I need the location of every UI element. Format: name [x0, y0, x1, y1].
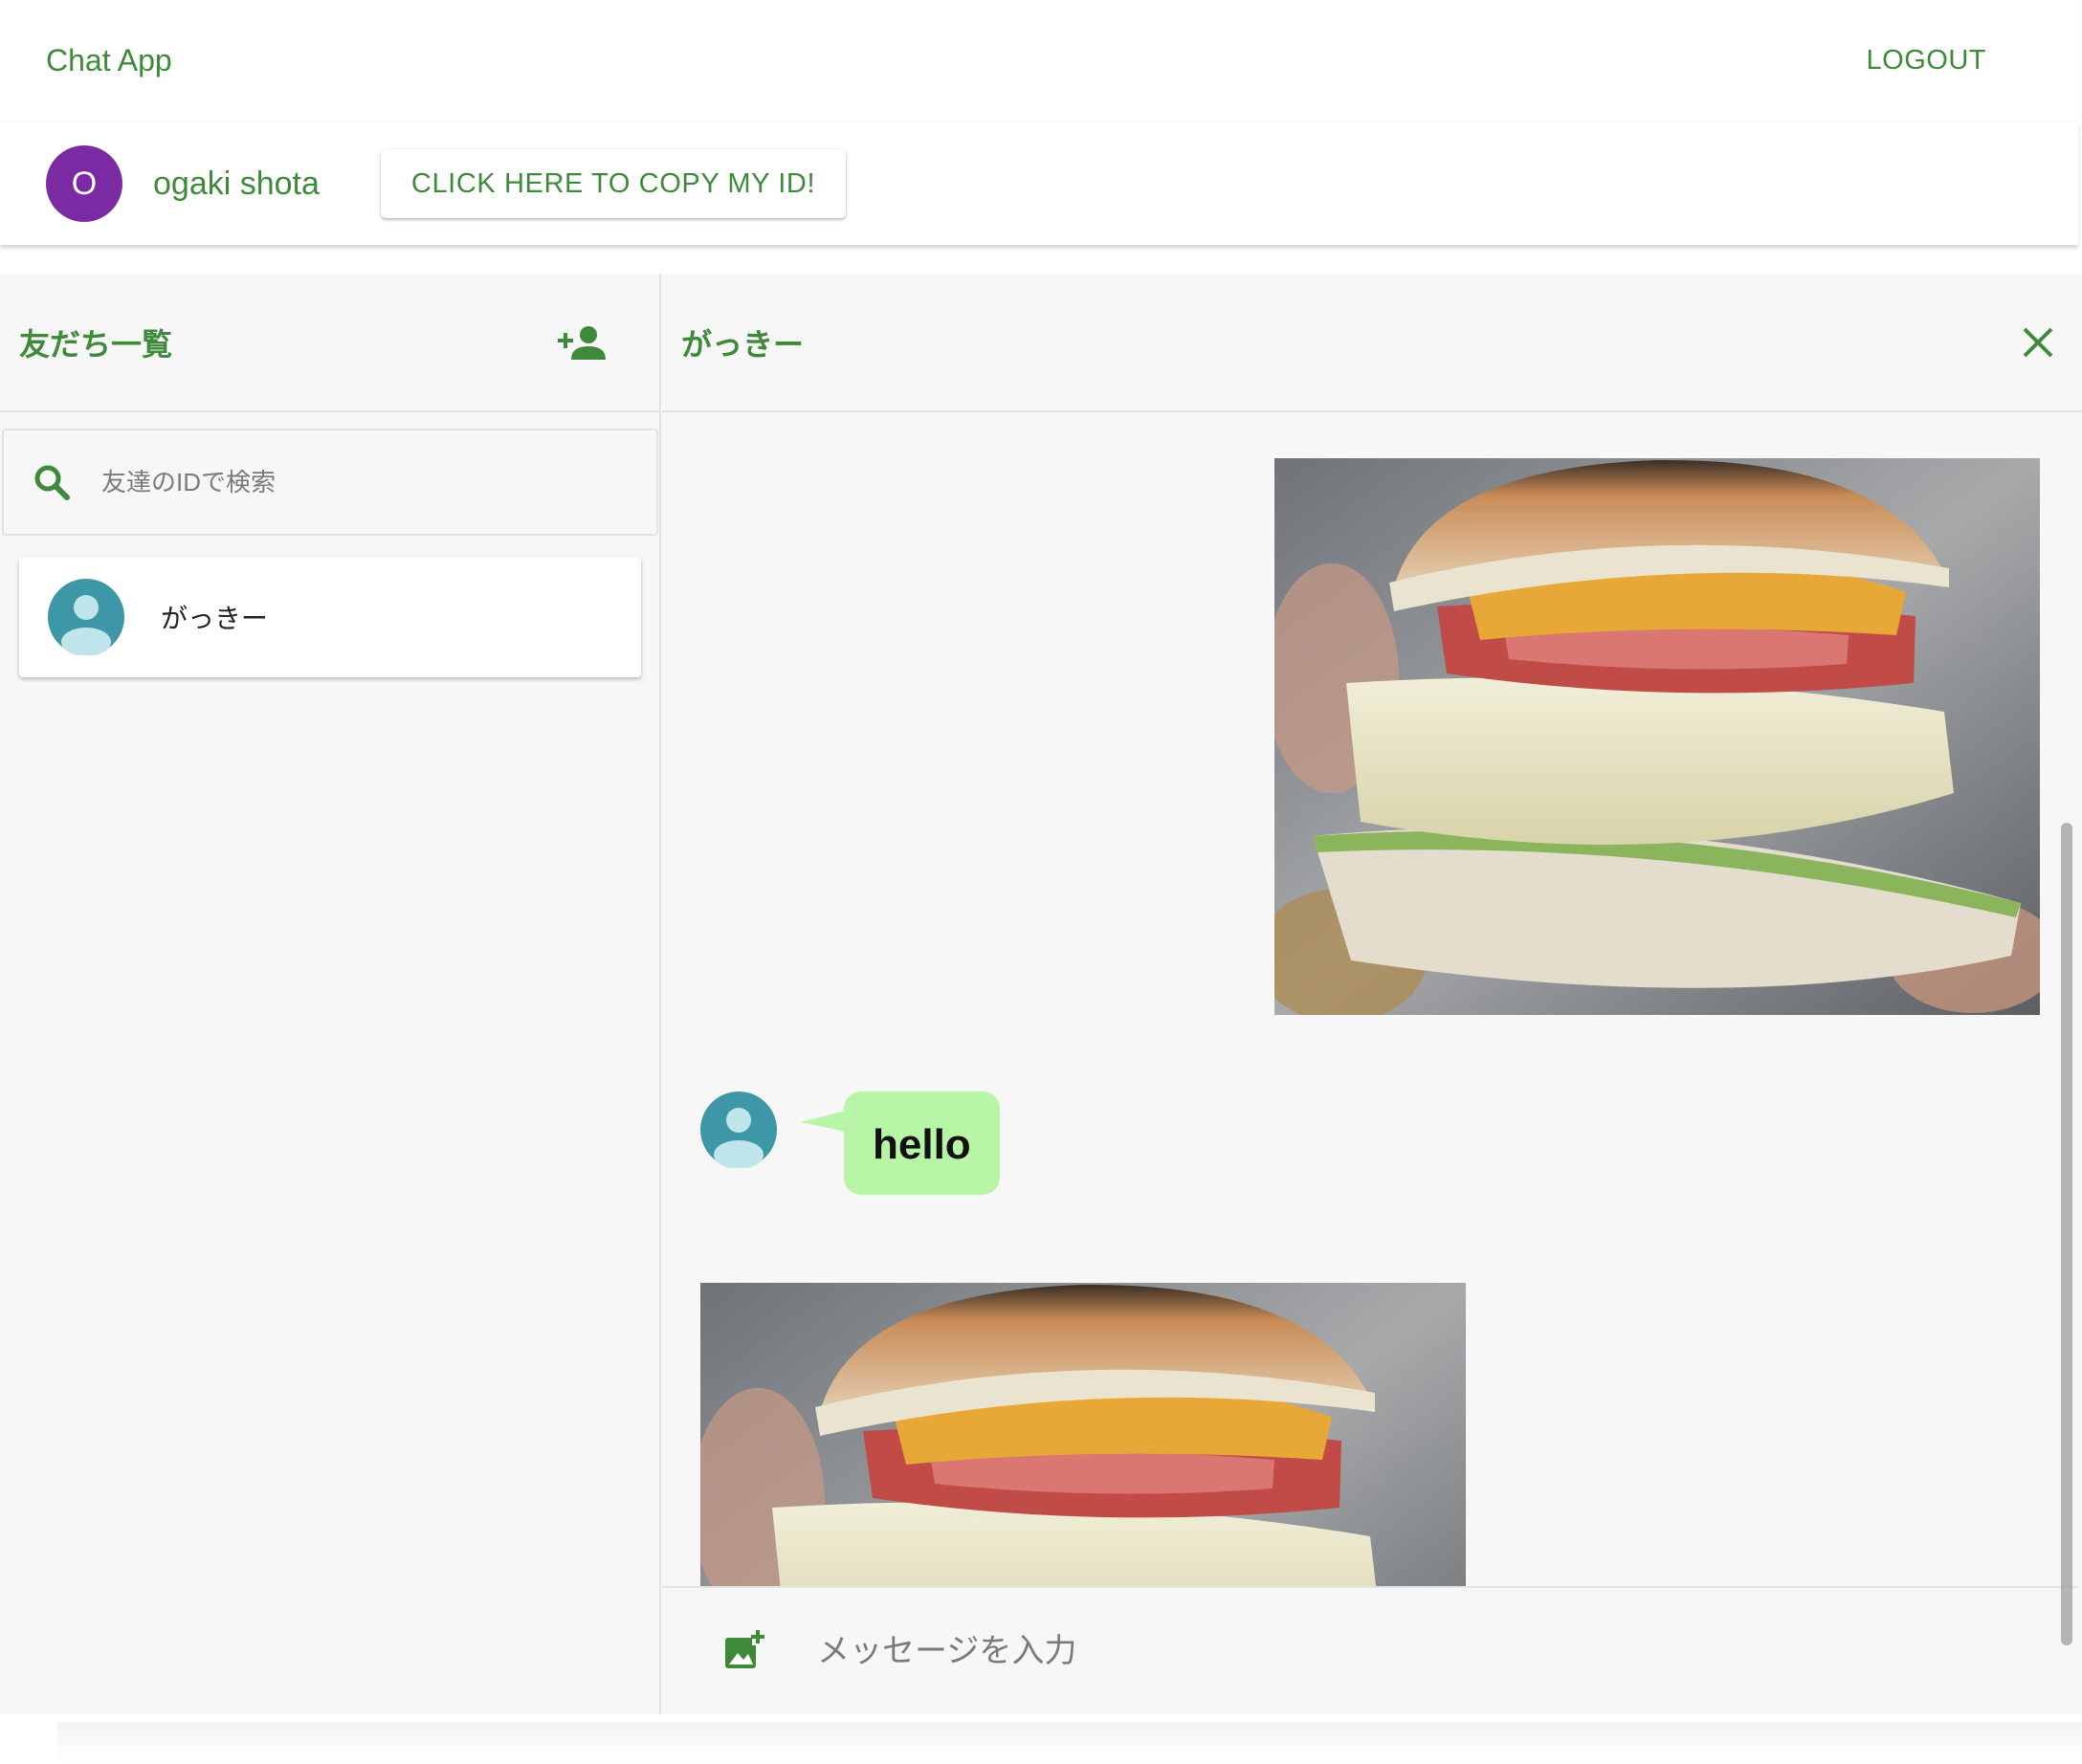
friends-panel-title: 友だち一覧 [19, 326, 173, 362]
message-bubble: hello [800, 1091, 1000, 1195]
friend-search-input[interactable] [100, 466, 635, 498]
friend-list-item[interactable]: がっきー [19, 557, 641, 677]
received-image-message[interactable] [700, 1283, 1466, 1586]
add-photo-icon[interactable] [723, 1630, 765, 1672]
search-icon [34, 465, 70, 500]
chat-partner-name: がっきー [681, 326, 805, 362]
chat-panel: がっきー hello [662, 274, 2082, 1714]
friends-panel: 友だち一覧 がっきー [0, 274, 661, 1714]
main-area: 友だち一覧 がっきー がっきー [0, 274, 2082, 1714]
close-icon[interactable] [2019, 323, 2057, 362]
user-bar: O ogaki shota CLICK HERE TO COPY MY ID! [0, 122, 2078, 245]
partner-avatar [700, 1091, 777, 1168]
friend-avatar [48, 579, 124, 655]
friend-name: がっきー [161, 604, 269, 633]
burger-photo [1274, 458, 2040, 1015]
app-title: Chat App [46, 42, 172, 77]
window-bottom-edge [57, 1722, 2082, 1764]
bubble-tail [800, 1111, 846, 1132]
person-add-icon[interactable] [558, 323, 606, 362]
received-text-message: hello [700, 1091, 1000, 1195]
burger-photo [700, 1283, 1466, 1586]
chat-header: がっきー [662, 274, 2082, 412]
sent-image-message[interactable] [1274, 458, 2040, 1015]
message-input-bar [662, 1586, 2078, 1714]
user-name: ogaki shota [153, 165, 320, 202]
copy-id-button[interactable]: CLICK HERE TO COPY MY ID! [380, 149, 847, 218]
chat-scrollbar[interactable] [2061, 823, 2072, 1645]
message-list[interactable]: hello [662, 414, 2078, 1586]
message-text: hello [844, 1091, 1000, 1195]
friend-search-box [2, 429, 658, 536]
message-input[interactable] [815, 1631, 1963, 1671]
logout-button[interactable]: LOGOUT [1867, 45, 1986, 77]
user-avatar: O [46, 145, 122, 222]
friends-panel-header: 友だち一覧 [0, 274, 659, 412]
app-bar: Chat App LOGOUT [0, 0, 2078, 121]
